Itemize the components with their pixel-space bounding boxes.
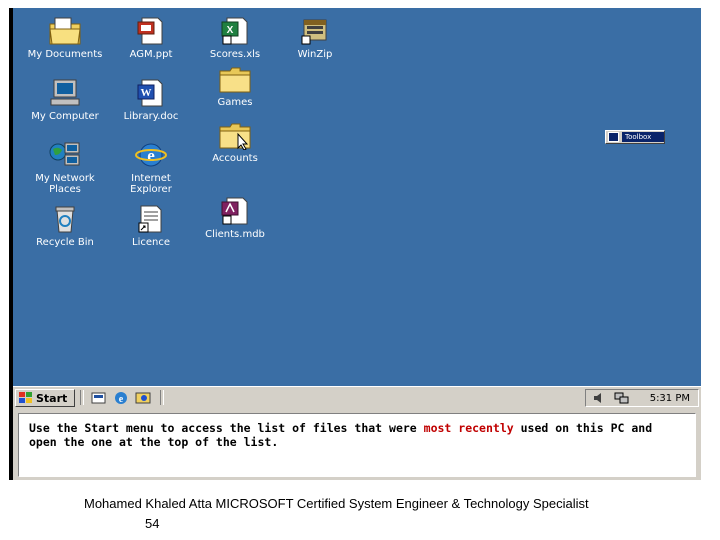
- desktop-icon-my-documents[interactable]: My Documents: [27, 16, 103, 60]
- network-tray-icon[interactable]: [614, 391, 630, 405]
- taskbar-separator: [80, 390, 84, 405]
- start-button[interactable]: Start: [15, 389, 75, 407]
- svg-text:e: e: [119, 394, 124, 405]
- icon-label: Internet Explorer: [130, 173, 172, 195]
- icon-label: Library.doc: [123, 111, 179, 122]
- svg-text:e: e: [147, 146, 155, 165]
- desktop-icon-accounts[interactable]: Accounts: [197, 122, 273, 164]
- desktop-icon-my-computer[interactable]: My Computer: [27, 78, 103, 122]
- footer-credit: Mohamed Khaled Atta MICROSOFT Certified …: [84, 496, 589, 511]
- desktop-icon[interactable]: [91, 390, 107, 406]
- speaker-icon[interactable]: [592, 391, 606, 405]
- screen: My Documents My Computer My Network Place…: [9, 8, 701, 480]
- svg-text:X: X: [227, 25, 234, 36]
- desktop-icon-my-network-places[interactable]: My Network Places: [27, 140, 103, 195]
- windows-logo-icon: [19, 392, 32, 403]
- icon-label: Games: [217, 97, 253, 108]
- icon-label: My Computer: [31, 111, 99, 122]
- excel-file-icon: X: [221, 17, 248, 45]
- folder-icon: [219, 123, 251, 150]
- network-icon: [49, 142, 80, 166]
- desktop-icon-licence[interactable]: Licence: [113, 204, 189, 248]
- clock[interactable]: 5:31 PM: [650, 393, 690, 404]
- recycle-bin-icon: [55, 206, 75, 233]
- access-file-icon: [221, 197, 248, 225]
- winzip-icon: [301, 19, 327, 45]
- desktop-icon-agm-ppt[interactable]: AGM.ppt: [113, 16, 189, 60]
- icon-label: WinZip: [297, 49, 333, 60]
- instruction-text: Use the Start menu to access the list of…: [18, 413, 696, 477]
- icon-label: Licence: [132, 237, 170, 248]
- powerpoint-file-icon: [137, 17, 163, 45]
- instruction-panel: Use the Start menu to access the list of…: [13, 409, 701, 480]
- icon-label: Recycle Bin: [36, 237, 94, 248]
- internet-explorer-icon: e: [135, 143, 167, 167]
- page-number: 54: [145, 516, 160, 531]
- desktop-icon-games[interactable]: Games: [197, 66, 273, 108]
- svg-text:W: W: [141, 87, 152, 99]
- instruction-text-start: Use the Start menu to access the list of…: [29, 421, 424, 435]
- taskbar-separator: [160, 390, 164, 405]
- icon-label: Scores.xls: [209, 49, 261, 60]
- start-label: Start: [36, 391, 68, 405]
- desktop-icon-scores-xls[interactable]: X Scores.xls: [197, 16, 273, 60]
- desktop-icon-winzip[interactable]: WinZip: [277, 16, 353, 60]
- computer-icon: [50, 79, 80, 106]
- instruction-highlight: most recently: [423, 421, 514, 435]
- folder-documents-icon: [49, 17, 81, 45]
- outlook-icon[interactable]: [135, 390, 151, 406]
- icon-label: Clients.mdb: [205, 229, 265, 240]
- desktop-icon-recycle-bin[interactable]: Recycle Bin: [27, 204, 103, 248]
- toolbox-window[interactable]: Toolbox: [605, 130, 665, 144]
- toolbox-title: Toolbox: [622, 132, 664, 142]
- icon-label: AGM.ppt: [129, 49, 173, 60]
- word-file-icon: W: [137, 79, 163, 107]
- system-tray: 5:31 PM: [585, 389, 699, 407]
- taskbar: Start e 5:31 PM: [13, 386, 701, 409]
- icon-label: Accounts: [212, 153, 258, 164]
- desktop-icon-clients-mdb[interactable]: Clients.mdb: [191, 196, 279, 240]
- internet-explorer-icon[interactable]: e: [113, 390, 129, 406]
- document-shortcut-icon: [138, 205, 162, 233]
- icon-label: My Network Places: [35, 173, 95, 195]
- desktop-icon-internet-explorer[interactable]: e Internet Explorer: [113, 140, 189, 195]
- toolbox-control-icon[interactable]: [608, 132, 619, 142]
- desktop[interactable]: My Documents My Computer My Network Place…: [13, 8, 701, 386]
- folder-icon: [219, 67, 251, 93]
- icon-label: My Documents: [27, 49, 103, 60]
- desktop-icon-library-doc[interactable]: W Library.doc: [113, 78, 189, 122]
